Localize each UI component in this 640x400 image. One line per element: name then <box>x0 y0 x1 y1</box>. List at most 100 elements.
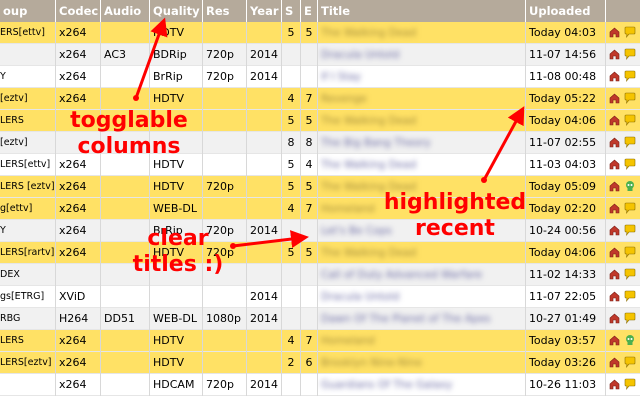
magnet-icon[interactable] <box>609 93 620 104</box>
table-row[interactable]: LERS [eztv] x264 HDTV 720p 5 5 The Walking Dea… <box>0 176 640 198</box>
cell-e <box>301 220 318 242</box>
table-row[interactable]: x264 HDCAM 720p 2014 Guardians Of The Galaxy… <box>0 374 640 396</box>
skull-icon[interactable] <box>624 180 636 192</box>
title-link[interactable]: Revenge <box>321 88 367 110</box>
cell-title[interactable]: The Walking Dead <box>318 110 526 132</box>
title-link[interactable]: If I Stay <box>321 66 361 88</box>
cell-codec: x264 <box>56 44 101 66</box>
title-link[interactable]: Call of Duty Advanced Warfare <box>321 264 482 286</box>
table-row[interactable]: DEX Call of Duty Advanced Warfare 11-02 14… <box>0 264 640 286</box>
title-link[interactable]: Dracula Untold <box>321 44 399 66</box>
cell-title[interactable]: Dawn Of The Planet of The Apes <box>318 308 526 330</box>
comment-bubble-icon[interactable] <box>624 378 636 390</box>
magnet-icon[interactable] <box>609 247 620 258</box>
column-header-quality[interactable]: Quality <box>150 0 203 22</box>
column-header-s[interactable]: S <box>282 0 301 22</box>
cell-year <box>247 264 282 286</box>
title-link[interactable]: Guardians Of The Galaxy <box>321 374 452 396</box>
cell-title[interactable]: The Walking Dead <box>318 22 526 44</box>
cell-title[interactable]: If I Stay <box>318 66 526 88</box>
cell-year <box>247 22 282 44</box>
magnet-icon[interactable] <box>609 203 620 214</box>
column-header-year[interactable]: Year <box>247 0 282 22</box>
title-link[interactable]: The Walking Dead <box>321 242 416 264</box>
cell-group: gs[ETRG] <box>0 286 56 308</box>
cell-title[interactable]: Dracula Untold <box>318 286 526 308</box>
table-row[interactable]: LERS[eztv] x264 HDTV 2 6 Brooklyn Nine-Nine To… <box>0 352 640 374</box>
cell-title[interactable]: Homeland <box>318 330 526 352</box>
cell-title[interactable]: Guardians Of The Galaxy <box>318 374 526 396</box>
comment-bubble-icon[interactable] <box>624 136 636 148</box>
cell-title[interactable]: Revenge <box>318 88 526 110</box>
magnet-icon[interactable] <box>609 115 620 126</box>
magnet-icon[interactable] <box>609 225 620 236</box>
magnet-icon[interactable] <box>609 159 620 170</box>
column-header-codec[interactable]: Codec <box>56 0 101 22</box>
comment-bubble-icon[interactable] <box>624 246 636 258</box>
magnet-icon[interactable] <box>609 181 620 192</box>
title-link[interactable]: Homeland <box>321 330 375 352</box>
cell-title[interactable]: Brooklyn Nine-Nine <box>318 352 526 374</box>
cell-title[interactable]: Dracula Untold <box>318 44 526 66</box>
comment-bubble-icon[interactable] <box>624 48 636 60</box>
magnet-icon[interactable] <box>609 137 620 148</box>
comment-bubble-icon[interactable] <box>624 224 636 236</box>
comment-bubble-icon[interactable] <box>624 290 636 302</box>
cell-title[interactable]: The Big Bang Theory <box>318 132 526 154</box>
table-row[interactable]: x264 AC3 BDRip 720p 2014 Dracula Untold 11-07 … <box>0 44 640 66</box>
table-row[interactable]: ERS[ettv] x264 HDTV 5 5 The Walking Dead Today… <box>0 22 640 44</box>
table-row[interactable]: g[ettv] x264 WEB-DL 4 7 Homeland Today 02:20 <box>0 198 640 220</box>
column-header-audio[interactable]: Audio <box>101 0 150 22</box>
comment-bubble-icon[interactable] <box>624 158 636 170</box>
row-actions <box>606 44 640 66</box>
skull-icon[interactable] <box>624 334 636 346</box>
magnet-icon[interactable] <box>609 379 620 390</box>
column-header-uploaded[interactable]: Uploaded <box>526 0 606 22</box>
cell-res: 720p <box>203 374 247 396</box>
table-row[interactable]: Yx264 BrRip 720p 2014 Let's Be Cops 10-24 00:… <box>0 220 640 242</box>
magnet-icon[interactable] <box>609 49 620 60</box>
cell-s: 5 <box>282 242 301 264</box>
magnet-icon[interactable] <box>609 27 620 38</box>
annotation-togglable-columns: togglable columns <box>70 108 188 159</box>
cell-quality: WEB-DL <box>150 198 203 220</box>
comment-bubble-icon[interactable] <box>624 268 636 280</box>
table-row[interactable]: gs[ETRG] XViD 2014 Dracula Untold 11-07 22:0… <box>0 286 640 308</box>
column-header-res[interactable]: Res <box>203 0 247 22</box>
column-header-group[interactable]: oup <box>0 0 56 22</box>
magnet-icon[interactable] <box>609 269 620 280</box>
title-link[interactable]: The Walking Dead <box>321 22 416 44</box>
title-link[interactable]: Homeland <box>321 198 375 220</box>
magnet-icon[interactable] <box>609 71 620 82</box>
comment-bubble-icon[interactable] <box>624 70 636 82</box>
table-row[interactable]: LERS[rartv] x264 HDTV 720p 5 5 The Walking Dea… <box>0 242 640 264</box>
cell-group: LERS[rartv] <box>0 242 56 264</box>
title-link[interactable]: The Walking Dead <box>321 154 416 176</box>
comment-bubble-icon[interactable] <box>624 26 636 38</box>
comment-bubble-icon[interactable] <box>624 202 636 214</box>
title-link[interactable]: The Big Bang Theory <box>321 132 431 154</box>
title-link[interactable]: Brooklyn Nine-Nine <box>321 352 422 374</box>
comment-bubble-icon[interactable] <box>624 114 636 126</box>
comment-bubble-icon[interactable] <box>624 356 636 368</box>
comment-bubble-icon[interactable] <box>624 312 636 324</box>
cell-audio <box>101 286 150 308</box>
cell-title[interactable]: The Walking Dead <box>318 242 526 264</box>
cell-uploaded: 11-03 04:03 <box>526 154 606 176</box>
magnet-icon[interactable] <box>609 335 620 346</box>
title-link[interactable]: The Walking Dead <box>321 110 416 132</box>
cell-title[interactable]: The Walking Dead <box>318 154 526 176</box>
magnet-icon[interactable] <box>609 357 620 368</box>
comment-bubble-icon[interactable] <box>624 92 636 104</box>
title-link[interactable]: Dawn Of The Planet of The Apes <box>321 308 491 330</box>
column-header-e[interactable]: E <box>301 0 318 22</box>
magnet-icon[interactable] <box>609 313 620 324</box>
table-row[interactable]: [eztv] x264 HDTV 4 7 Revenge Today 05:22 <box>0 88 640 110</box>
table-row[interactable]: LERS x264 HDTV 4 7 Homeland Today 03:57 <box>0 330 640 352</box>
title-link[interactable]: Dracula Untold <box>321 286 399 308</box>
cell-title[interactable]: Call of Duty Advanced Warfare <box>318 264 526 286</box>
column-header-title[interactable]: Title <box>318 0 526 22</box>
table-row[interactable]: RBG H264 DD51 WEB-DL 1080p 2014 Dawn Of The Pl… <box>0 308 640 330</box>
table-row[interactable]: Yx264 BrRip 720p 2014 If I Stay 11-08 00:48 <box>0 66 640 88</box>
magnet-icon[interactable] <box>609 291 620 302</box>
